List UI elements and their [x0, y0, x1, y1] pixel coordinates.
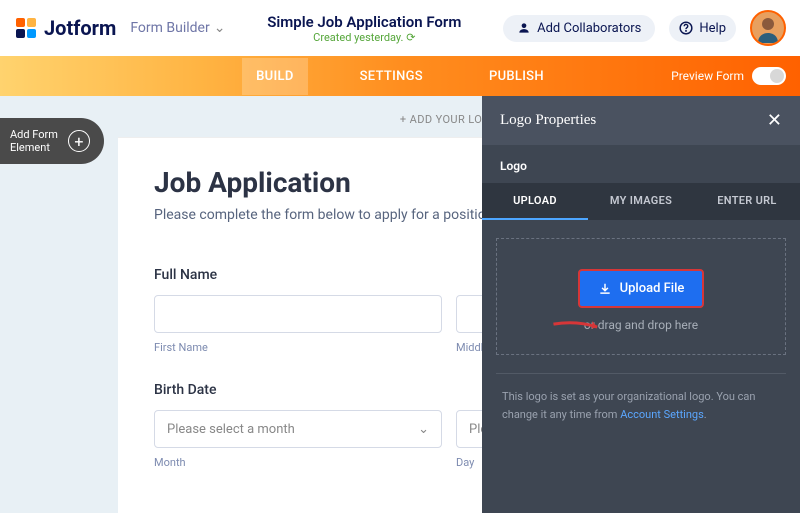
brand-text: Jotform [44, 16, 116, 40]
plus-icon: + [68, 130, 90, 152]
month-select[interactable]: Please select a month⌄ [154, 410, 442, 448]
preview-form-toggle[interactable]: Preview Form [671, 67, 786, 85]
tab-upload[interactable]: UPLOAD [482, 183, 588, 220]
chevron-down-icon: ⌄ [214, 20, 226, 36]
user-avatar[interactable] [750, 10, 786, 46]
main-area: Add Form Element + + ADD YOUR LOGO Job A… [0, 96, 800, 513]
tab-publish[interactable]: PUBLISH [475, 58, 558, 95]
drag-drop-text: or drag and drop here [507, 318, 775, 332]
tab-my-images[interactable]: MY IMAGES [588, 183, 694, 220]
toggle-icon [752, 67, 786, 85]
form-builder-dropdown[interactable]: Form Builder ⌄ [130, 20, 225, 36]
help-icon [679, 21, 693, 35]
first-name-input[interactable] [154, 295, 442, 333]
main-tabbar: BUILD SETTINGS PUBLISH Preview Form [0, 56, 800, 96]
logo-icon [14, 16, 38, 40]
download-icon [598, 282, 612, 296]
tab-build[interactable]: BUILD [242, 58, 308, 95]
panel-title: Logo Properties [500, 112, 596, 129]
account-settings-link[interactable]: Account Settings [620, 408, 704, 421]
app-header: Jotform Form Builder ⌄ Simple Job Applic… [0, 0, 800, 56]
panel-tabs: UPLOAD MY IMAGES ENTER URL [482, 183, 800, 220]
jotform-logo[interactable]: Jotform [14, 16, 116, 40]
chevron-down-icon: ⌄ [418, 422, 429, 437]
logo-properties-panel: Logo Properties ✕ Logo UPLOAD MY IMAGES … [482, 96, 800, 513]
form-title[interactable]: Simple Job Application Form [239, 13, 489, 31]
tab-enter-url[interactable]: ENTER URL [694, 183, 800, 220]
add-form-element-button[interactable]: Add Form Element + [0, 118, 104, 164]
upload-dropzone[interactable]: Upload File or drag and drop here [496, 238, 786, 355]
close-icon[interactable]: ✕ [767, 110, 782, 131]
help-button[interactable]: Help [669, 15, 736, 42]
first-name-sublabel: First Name [154, 341, 442, 354]
upload-file-button[interactable]: Upload File [578, 269, 705, 308]
add-collaborators-button[interactable]: Add Collaborators [503, 15, 655, 42]
header-center: Simple Job Application Form Created yest… [239, 13, 489, 44]
created-text: Created yesterday. ⟳ [239, 31, 489, 44]
avatar-icon [753, 13, 783, 43]
arrow-annotation-icon [550, 304, 606, 350]
person-icon [517, 21, 531, 35]
tab-settings[interactable]: SETTINGS [346, 58, 437, 95]
month-sublabel: Month [154, 456, 442, 469]
logo-section-label: Logo [482, 145, 800, 183]
logo-info-text: This logo is set as your organizational … [496, 373, 786, 437]
